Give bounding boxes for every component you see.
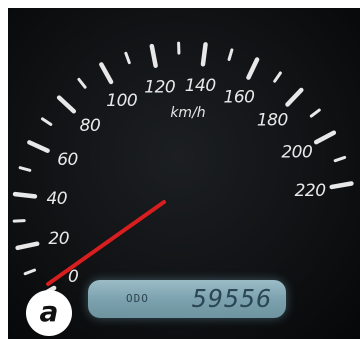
scale-label: 20 <box>48 229 69 249</box>
minor-tick <box>40 117 53 126</box>
minor-tick <box>309 108 321 118</box>
odometer-display: ODO 59556 <box>88 280 286 318</box>
major-tick <box>27 140 50 153</box>
panel-badge-label: a <box>39 295 59 328</box>
scale-label: 160 <box>224 87 255 107</box>
major-tick <box>149 43 158 68</box>
scale-label: 100 <box>106 91 137 111</box>
minor-tick <box>124 51 131 65</box>
scale-label: 80 <box>80 116 101 136</box>
speed-unit-label: km/h <box>170 105 205 121</box>
panel-badge: a <box>26 290 72 336</box>
minor-tick <box>333 155 347 163</box>
major-tick <box>246 57 260 80</box>
major-tick <box>200 42 208 67</box>
scale-label: 180 <box>257 110 288 130</box>
odometer-label: ODO <box>126 292 149 305</box>
minor-tick <box>18 166 32 172</box>
scale-label: 40 <box>46 189 67 209</box>
scale-label: 220 <box>295 181 326 201</box>
odometer-value: 59556 <box>192 284 273 313</box>
scale-label: 140 <box>185 76 216 96</box>
minor-tick <box>273 71 282 83</box>
minor-tick <box>77 77 87 89</box>
major-tick <box>313 130 337 145</box>
major-tick <box>56 95 77 114</box>
speedometer-dial: 0 20 40 60 80 100 120 140 160 180 200 220 km/h ODO … <box>8 8 360 339</box>
scale-label: 200 <box>281 143 312 163</box>
major-tick <box>12 191 38 199</box>
minor-tick <box>23 268 37 276</box>
minor-tick <box>227 48 234 61</box>
scale-label: 60 <box>57 150 78 170</box>
major-tick <box>285 87 304 107</box>
major-tick <box>329 181 354 190</box>
photo-frame: 0 20 40 60 80 100 120 140 160 180 200 220 km/h ODO … <box>0 0 360 339</box>
scale-label: 120 <box>144 77 175 97</box>
major-tick <box>99 62 114 85</box>
scale-ticks <box>12 41 354 301</box>
major-tick <box>15 241 40 251</box>
